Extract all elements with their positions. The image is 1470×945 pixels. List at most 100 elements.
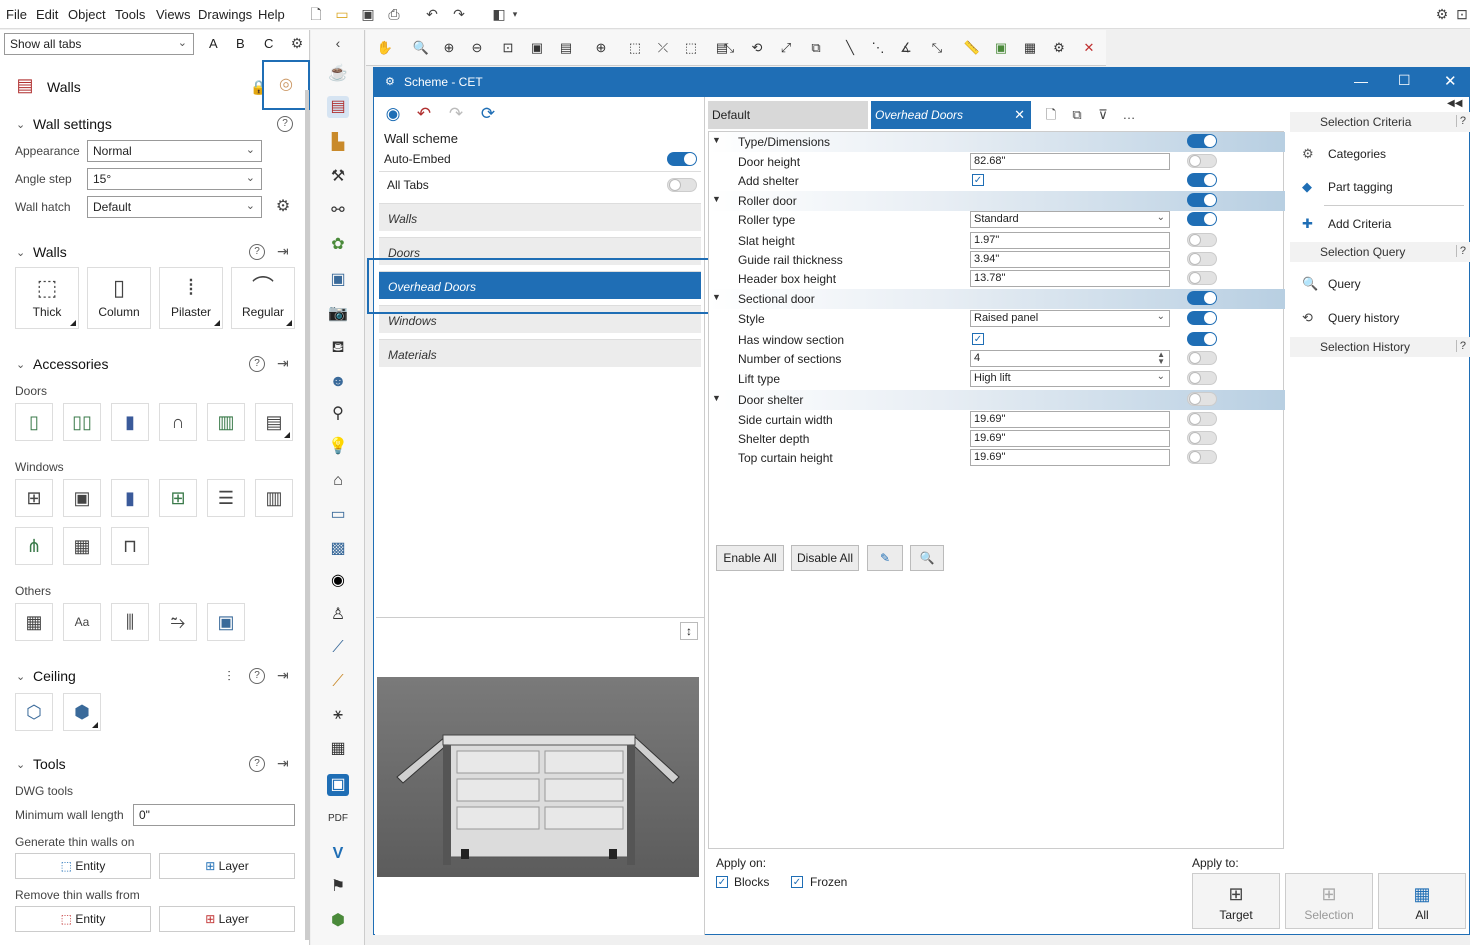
property-value-select[interactable]: Raised panel ⌄ <box>970 310 1170 327</box>
generate-entity-button[interactable]: ⬚ Entity <box>15 853 151 879</box>
stairs-icon[interactable]: ⟋ <box>327 637 349 659</box>
property-enable-toggle[interactable] <box>1187 134 1217 148</box>
window-blinds-button[interactable]: ☰ <box>207 479 245 517</box>
all-tabs-toggle[interactable] <box>667 178 697 192</box>
help-icon[interactable]: ? <box>277 116 293 132</box>
disable-all-button[interactable]: Disable All <box>791 545 859 571</box>
regular-wall-button[interactable]: ⌒ Regular <box>231 267 295 329</box>
property-enable-toggle[interactable] <box>1187 371 1217 385</box>
export-icon[interactable]: ⇥ <box>277 355 289 372</box>
collapse-arrow-icon[interactable]: ⌄ <box>16 246 25 259</box>
measure-3d-icon[interactable]: ∡ <box>897 39 915 57</box>
help-icon[interactable]: ? <box>249 756 265 772</box>
undo-icon[interactable]: ↶ <box>423 5 441 23</box>
min-wall-length-input[interactable]: 0" <box>133 804 295 826</box>
property-value-input[interactable]: 13.78" <box>970 270 1170 287</box>
scheme-icon[interactable]: ◎ <box>277 76 295 94</box>
property-value-input[interactable]: 82.68" <box>970 153 1170 170</box>
v-logo-icon[interactable]: V <box>327 843 349 865</box>
glasses-icon[interactable]: ⚯ <box>327 200 349 222</box>
categories-item[interactable]: ⚙ Categories <box>1302 146 1386 162</box>
scheme-tab-materials[interactable]: Materials <box>379 339 701 367</box>
filter-a[interactable]: A <box>209 36 218 51</box>
remove-entity-button[interactable]: ⬚ Entity <box>15 906 151 932</box>
copy-page-icon[interactable]: ⧉ <box>1068 106 1086 124</box>
window-tall-button[interactable]: ▮ <box>111 479 149 517</box>
window-panel-button[interactable]: ▦ <box>63 527 101 565</box>
rotate-icon[interactable]: ⟲ <box>748 39 766 57</box>
door-frame-button[interactable]: ▥ <box>207 403 245 441</box>
cube-icon[interactable]: ⬢ <box>327 910 349 932</box>
layer-green-icon[interactable]: ▣ <box>992 39 1010 57</box>
grid-tab-overhead-doors[interactable]: Overhead Doors ✕ <box>871 101 1031 129</box>
utensils-icon[interactable]: ⚲ <box>327 403 349 425</box>
query-item[interactable]: 🔍 Query <box>1302 276 1361 292</box>
ruler-icon[interactable]: 📏 <box>963 39 981 57</box>
counter-icon[interactable]: ▭ <box>327 504 349 526</box>
property-enable-toggle[interactable] <box>1187 392 1217 406</box>
walls-tab-icon[interactable]: ▤ <box>327 96 349 118</box>
layer-group-icon[interactable]: ▦ <box>1021 39 1039 57</box>
overhead-door-button[interactable]: ▤ <box>255 403 293 441</box>
property-enable-toggle[interactable] <box>1187 332 1217 346</box>
pan-hand-icon[interactable]: ✋ <box>376 39 394 57</box>
add-criteria-item[interactable]: ✚ Add Criteria <box>1302 216 1391 232</box>
property-enable-toggle[interactable] <box>1187 212 1217 226</box>
property-value-select[interactable]: High lift ⌄ <box>970 370 1170 387</box>
scheme-tab-walls[interactable]: Walls <box>379 203 701 231</box>
property-enable-toggle[interactable] <box>1187 193 1217 207</box>
window-picture-button[interactable]: ▣ <box>63 479 101 517</box>
property-value-select[interactable]: Standard ⌄ <box>970 211 1170 228</box>
property-enable-toggle[interactable] <box>1187 291 1217 305</box>
blocks-checkbox[interactable]: ✓ <box>716 876 728 888</box>
zoom-icon[interactable]: 🔍 <box>412 39 430 57</box>
logo-t-icon[interactable]: ◉ <box>327 570 349 592</box>
select-filter-icon[interactable]: ⬚ <box>682 39 700 57</box>
group-header[interactable]: ▼ Sectional door <box>709 289 1285 309</box>
property-enable-toggle[interactable] <box>1187 431 1217 445</box>
apply-all-button[interactable]: ▦ All <box>1378 873 1466 929</box>
line-icon[interactable]: ╲ <box>841 39 859 57</box>
column-button[interactable]: ▯ Column <box>87 267 151 329</box>
clear-icon[interactable]: ✕ <box>1080 39 1098 57</box>
menu-views[interactable]: Views <box>156 7 190 22</box>
property-checkbox[interactable]: ✓ <box>972 174 984 186</box>
spinner-arrows-icon[interactable]: ▲ ▼ <box>1157 351 1165 366</box>
collapse-arrow-icon[interactable]: ⌄ <box>16 670 25 683</box>
measure-icon[interactable]: ⤡ <box>928 39 946 57</box>
layout-dropdown-icon[interactable]: ▾ <box>506 5 524 23</box>
enable-all-button[interactable]: Enable All <box>716 545 784 571</box>
property-enable-toggle[interactable] <box>1187 252 1217 266</box>
frozen-checkbox[interactable]: ✓ <box>791 876 803 888</box>
move-icon[interactable]: ⤡ <box>720 39 738 57</box>
settings-corner-icon[interactable]: ⚙ <box>1433 5 1451 23</box>
zoom-window-icon[interactable]: ▣ <box>528 39 546 57</box>
hatch-settings-icon[interactable]: ⚙ <box>274 198 292 216</box>
group-header[interactable]: ▼ Roller door <box>709 191 1285 211</box>
window-frame-button[interactable]: ⊓ <box>111 527 149 565</box>
pattern-icon[interactable]: ▩ <box>327 538 349 560</box>
property-value-spinner[interactable]: 4 ▲ ▼ <box>970 350 1170 367</box>
house-icon[interactable]: ⌂ <box>327 470 349 492</box>
zoom-extents-icon[interactable]: ⊡ <box>499 39 517 57</box>
zoom-out-icon[interactable]: ⊖ <box>468 39 486 57</box>
picture-frame-icon[interactable]: ▣ <box>327 269 349 291</box>
property-enable-toggle[interactable] <box>1187 233 1217 247</box>
filter-icon[interactable]: ⊽ <box>1094 106 1112 124</box>
window-shutter-button[interactable]: ▥ <box>255 479 293 517</box>
ramp-icon[interactable]: ⟋ <box>327 671 349 693</box>
bath-icon[interactable]: ⛾ <box>327 337 349 359</box>
plant-icon[interactable]: ✿ <box>327 234 349 256</box>
satellite-icon[interactable]: ⚹ <box>327 704 349 726</box>
undo-scheme-icon[interactable]: ↶ <box>415 105 433 123</box>
menu-object[interactable]: Object <box>68 7 106 22</box>
close-tab-icon[interactable]: ✕ <box>1014 107 1025 123</box>
zoom-previous-icon[interactable]: ▤ <box>557 39 575 57</box>
picture-button[interactable]: ▣ <box>207 603 245 641</box>
window-sash-button[interactable]: ⊞ <box>159 479 197 517</box>
collapse-right-icon[interactable]: ◀◀ <box>1447 98 1462 109</box>
generate-layer-button[interactable]: ⊞ Layer <box>159 853 295 879</box>
thick-wall-button[interactable]: ⬚ Thick <box>15 267 79 329</box>
tabs-filter-select[interactable]: Show all tabs ⌄ <box>4 33 194 55</box>
apply-target-button[interactable]: ⊞ Target <box>1192 873 1280 929</box>
